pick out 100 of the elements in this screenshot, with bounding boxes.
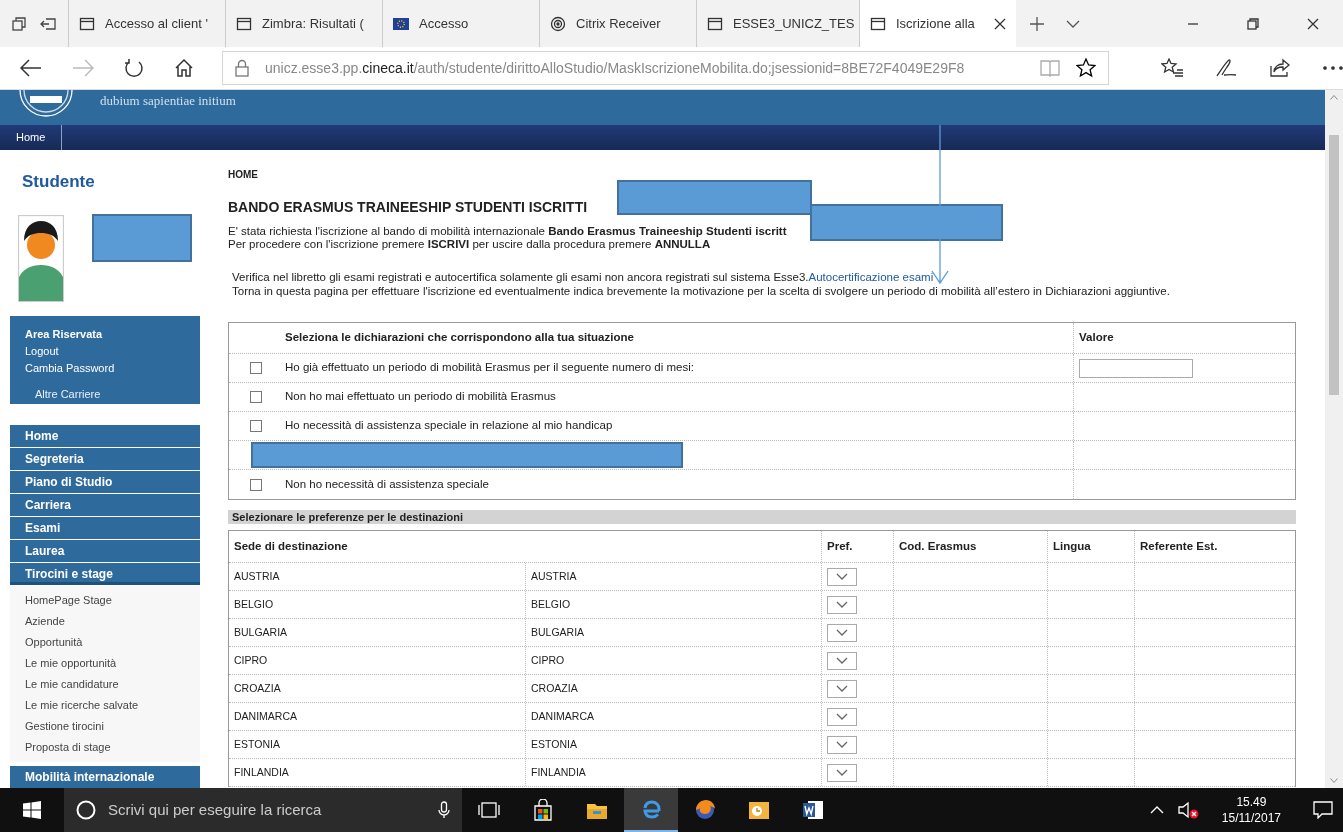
- sidebar-menu-item[interactable]: Mobilità internazionale: [10, 766, 200, 788]
- tab-title: Accesso: [419, 14, 469, 33]
- column-header: Sede di destinazione: [233, 538, 349, 554]
- task-view-icon: [478, 799, 500, 821]
- pen-icon[interactable]: [1215, 58, 1237, 78]
- submenu-link[interactable]: HomePage Stage: [10, 590, 200, 611]
- column-header: Cod. Erasmus: [893, 531, 1047, 562]
- tab-title: Citrix Receiver: [576, 14, 661, 33]
- submenu-link[interactable]: Le mie ricerche salvate: [10, 695, 200, 716]
- declaration-label: Non ho mai effettuato un periodo di mobilità Erasmus: [285, 390, 556, 403]
- tab-title: Iscrizione alla: [896, 14, 975, 33]
- checkbox[interactable]: [250, 391, 262, 403]
- table-cell: AUSTRIA: [229, 563, 526, 590]
- sidebar-menu-item[interactable]: Carriera: [10, 494, 200, 516]
- share-icon[interactable]: [1269, 58, 1291, 78]
- clock-date[interactable]: 15/11/2017: [1221, 810, 1281, 826]
- sidebar-menu-item[interactable]: Esami: [10, 517, 200, 539]
- lock-icon: [235, 59, 249, 77]
- more-icon[interactable]: [1323, 65, 1343, 71]
- document-w-icon: [802, 799, 824, 821]
- tabs-aside-icon[interactable]: [40, 16, 56, 31]
- close-icon[interactable]: [1307, 17, 1319, 30]
- submenu-link[interactable]: Le mie opportunità: [10, 653, 200, 674]
- autocertification-link[interactable]: Autocertificazione esami: [808, 271, 934, 283]
- table-cell: CIPRO: [229, 647, 526, 674]
- chevron-down-icon: [836, 741, 848, 748]
- notice-text: Verifica nel libretto gli esami registrati e autocertifica solamente gli esami non ancora registrati sul sistema Esse3.Autocertificazione esami: [232, 270, 935, 284]
- submenu-link[interactable]: Proposta di stage: [10, 737, 200, 758]
- refresh-icon[interactable]: [124, 58, 144, 78]
- column-header: Seleziona le dichiarazioni che corrispondono alla tua situazione: [284, 330, 635, 346]
- close-icon[interactable]: [994, 17, 1006, 30]
- declaration-label: Ho necessità di assistenza speciale in relazione al mio handicap: [285, 419, 613, 432]
- speaker-muted-icon[interactable]: [1177, 801, 1200, 819]
- home-icon[interactable]: [174, 58, 194, 78]
- submenu-link[interactable]: Le mie candidature: [10, 674, 200, 695]
- account-heading[interactable]: Area Riservata: [25, 326, 185, 343]
- account-link[interactable]: Cambia Password: [25, 360, 185, 377]
- sidebar-menu-item[interactable]: Segreteria: [10, 448, 200, 470]
- windows-icon[interactable]: [23, 801, 41, 819]
- table-cell: ESTONIA: [229, 731, 526, 758]
- chevron-down-icon[interactable]: [1066, 18, 1080, 29]
- circle-icon: [76, 800, 96, 820]
- chevron-down-icon: [836, 601, 848, 608]
- sidebar-menu-item[interactable]: Laurea: [10, 540, 200, 562]
- site-motto: dubium sapientiae initium: [100, 92, 236, 110]
- url-field[interactable]: unicz.esse3.pp.cineca.it/auth/studente/dirittoAlloStudio/MaskIscrizioneMobilita.do;jsessionid=8BE72F4049E29F8: [222, 51, 1109, 85]
- chevron-down-icon: [836, 573, 848, 580]
- checkbox[interactable]: [250, 420, 262, 432]
- scrollbar-thumb[interactable]: [1329, 135, 1339, 395]
- page-icon: [870, 15, 886, 32]
- sidebar-menu-item[interactable]: Tirocini e stage: [10, 563, 200, 585]
- column-header: Referente Est.: [1134, 531, 1295, 562]
- nav-link[interactable]: Home: [0, 125, 63, 150]
- submenu-link[interactable]: Gestione tirocini: [10, 716, 200, 737]
- restore-icon[interactable]: [1247, 17, 1259, 30]
- clock-time[interactable]: 15.49: [1236, 794, 1267, 810]
- table-cell-text: BULGARIA: [530, 624, 586, 640]
- page-icon: [707, 15, 723, 32]
- submenu-link[interactable]: Opportunità: [10, 632, 200, 653]
- chevron-down-icon: [836, 657, 848, 664]
- star-icon[interactable]: [1076, 58, 1096, 78]
- breadcrumb: HOME: [228, 169, 259, 181]
- circles-icon: [550, 15, 566, 32]
- sidebar-menu-item[interactable]: Piano di Studio: [10, 471, 200, 493]
- table-cell-text: CROAZIA: [530, 680, 579, 696]
- account-link[interactable]: Logout: [25, 343, 185, 360]
- submenu-link[interactable]: Aziende: [10, 611, 200, 632]
- column-header: Pref.: [821, 531, 893, 562]
- page-icon: [236, 15, 252, 32]
- chevron-down-icon: [836, 629, 848, 636]
- tab-title: Accesso al client ': [105, 14, 208, 33]
- browser-tab[interactable]: Iscrizione alla: [859, 0, 1016, 47]
- sidebar-menu-item[interactable]: Home: [10, 425, 200, 447]
- notice-text: Torna in questa pagina per effettuare l'iscrizione ed eventualmente indica brevemente la motivazione per la scelta di svolgere un periodo di mobilità all’estero in Dichiarazioni aggiuntive.: [232, 284, 1171, 298]
- tab-preview-icon[interactable]: [12, 16, 26, 31]
- scroll-up-icon[interactable]: [1330, 95, 1338, 100]
- table-cell-text: AUSTRIA: [530, 568, 578, 584]
- declaration-label: Non ho necessità di assistenza speciale: [285, 477, 489, 490]
- chevron-down-icon: [836, 769, 848, 776]
- favorites-icon[interactable]: [1161, 58, 1183, 78]
- checkbox[interactable]: [250, 362, 262, 374]
- taskbar-search-field[interactable]: Scrivi qui per eseguire la ricerca: [64, 788, 462, 832]
- chevron-up-icon[interactable]: [1149, 806, 1164, 814]
- table-cell-text: ESTONIA: [530, 736, 578, 752]
- scroll-down-icon[interactable]: [1330, 778, 1338, 783]
- notifications-icon[interactable]: [1313, 801, 1333, 819]
- checkbox[interactable]: [250, 478, 262, 491]
- scrollbar[interactable]: [1325, 90, 1343, 788]
- page-icon: [79, 15, 95, 32]
- fox-globe-icon: [694, 799, 716, 821]
- table-cell-text: BELGIO: [530, 596, 572, 612]
- chevron-down-icon: [836, 685, 848, 692]
- months-input[interactable]: [1079, 358, 1193, 378]
- plus-icon[interactable]: [1030, 16, 1044, 31]
- table-cell: FINLANDIA: [229, 759, 526, 786]
- tab-title: ESSE3_UNICZ_TES: [733, 14, 855, 33]
- back-icon[interactable]: [20, 59, 42, 77]
- account-link[interactable]: Altre Carriere: [25, 386, 185, 403]
- table-cell: BULGARIA: [229, 619, 526, 646]
- column-header: Lingua: [1047, 531, 1134, 562]
